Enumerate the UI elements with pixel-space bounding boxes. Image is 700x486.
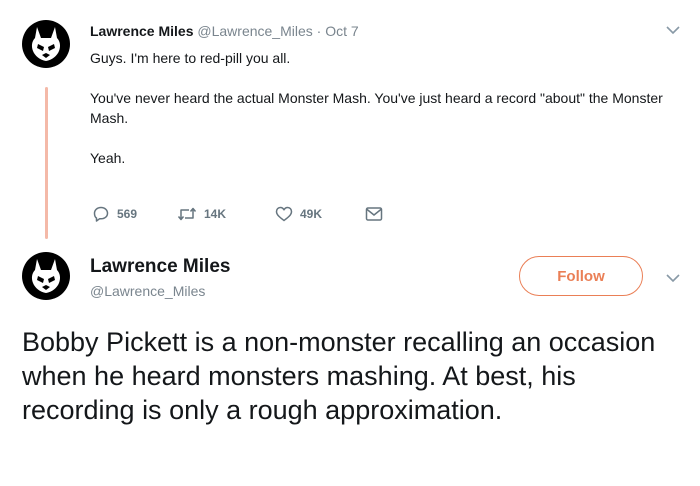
chevron-down-icon [666,274,680,283]
author-name[interactable]: Lawrence Miles [90,23,194,39]
retweet-count: 14K [204,207,227,221]
tweet-paragraph: Yeah. [90,150,126,166]
avatar[interactable] [22,252,70,300]
follow-button[interactable]: Follow [519,256,643,296]
avatar-logo-icon [31,27,61,61]
tweet-paragraph: Guys. I'm here to red-pill you all. [90,50,291,66]
author-name[interactable]: Lawrence Miles [90,256,230,278]
avatar-logo-icon [31,259,61,293]
like-count: 49K [300,207,323,221]
avatar[interactable] [22,20,70,68]
header-separator: · [316,23,322,39]
chevron-down-icon [666,26,680,35]
reply-button[interactable]: 569 [92,205,177,223]
author-handle[interactable]: @Lawrence_Miles [197,23,312,39]
tweet-header: Lawrence Miles @Lawrence_Miles · Oct 7 [90,23,359,39]
reply-icon [93,206,109,222]
author-handle[interactable]: @Lawrence_Miles [90,283,205,299]
like-button[interactable]: 49K [275,206,365,222]
tweet-text: Bobby Pickett is a non-monster recalling… [22,327,656,425]
reply-count: 569 [117,207,138,221]
tweet-menu-button[interactable] [666,22,680,38]
tweet-paragraph: You've never heard the actual Monster Ma… [90,90,663,126]
tweet-actions: 569 14K 49K [92,205,383,223]
tweet-date[interactable]: Oct 7 [325,23,358,39]
dm-icon [365,207,383,221]
retweet-button[interactable]: 14K [177,206,275,222]
like-icon [275,206,293,222]
retweet-icon [177,207,197,221]
tweet-menu-button[interactable] [666,270,680,286]
direct-message-button[interactable] [365,206,383,222]
thread-connector-line [45,87,48,239]
tweet-text: Guys. I'm here to red-pill you all. You'… [90,48,680,168]
